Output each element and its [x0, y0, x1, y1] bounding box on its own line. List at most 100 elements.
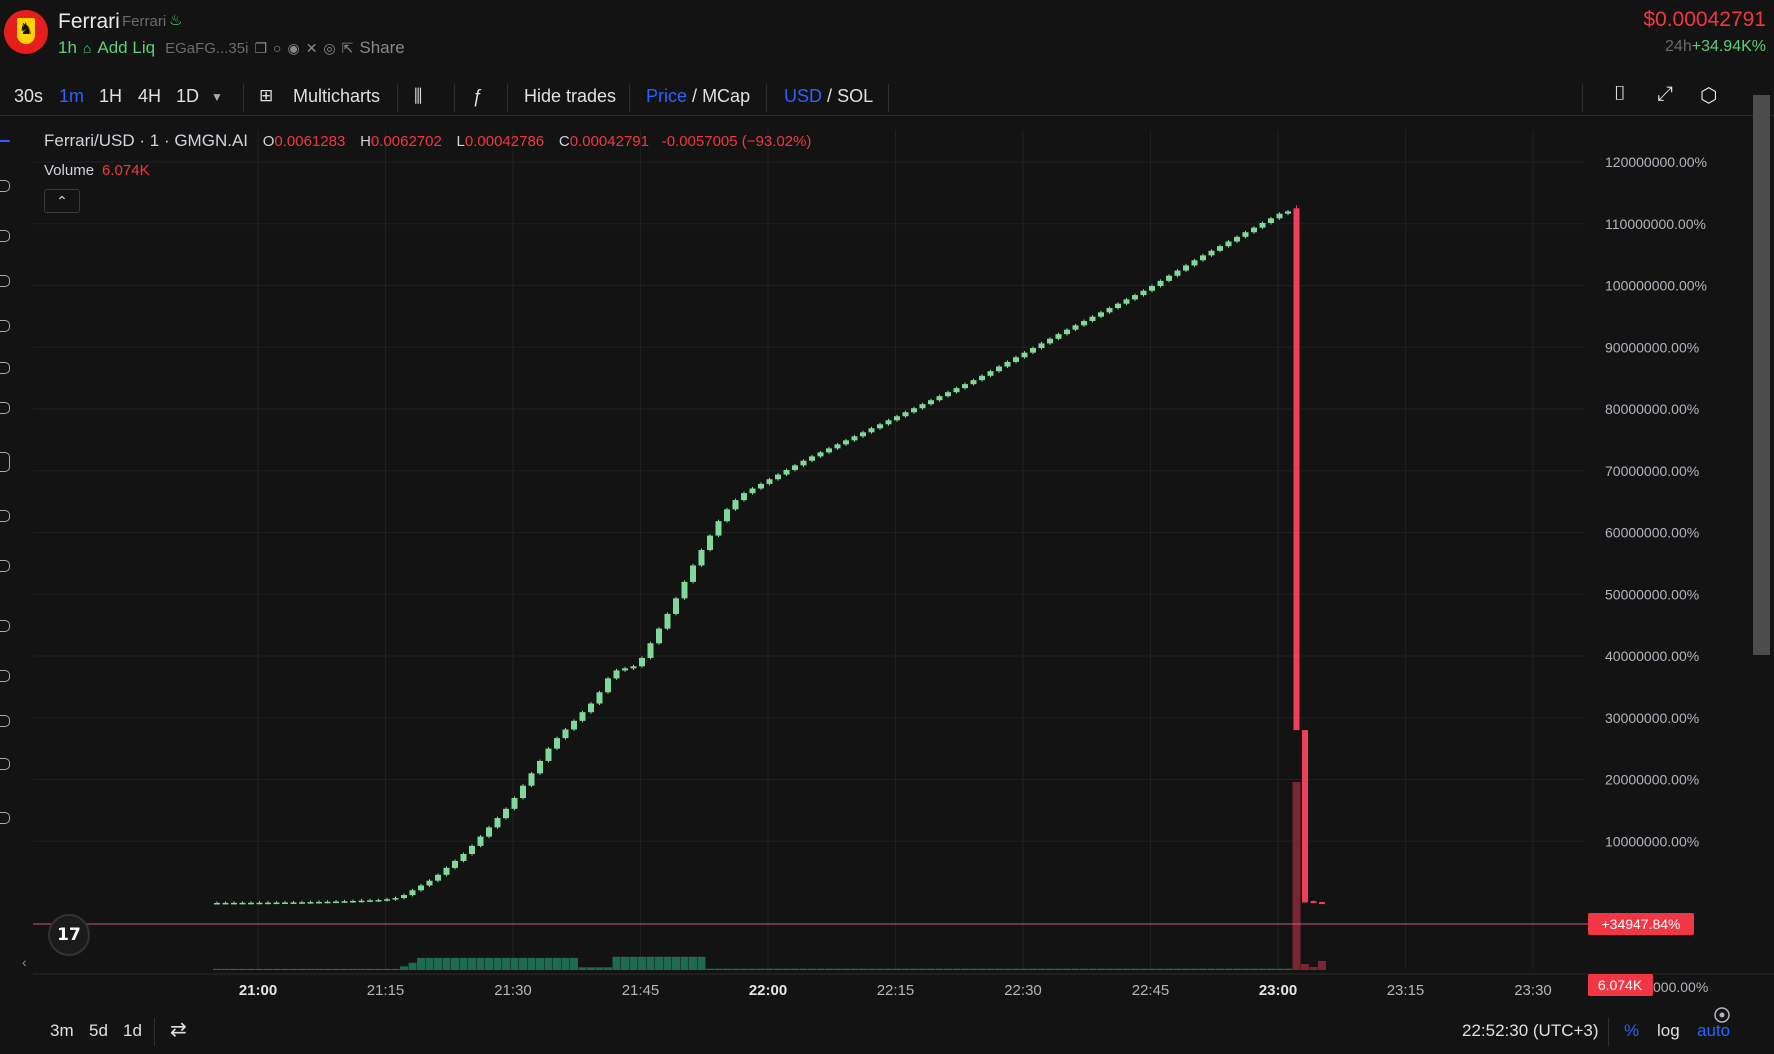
- bottom-bar: 3m 5d 1d ⇄ 22:52:30 (UTC+3) % log auto: [0, 1010, 1774, 1054]
- candle: [1302, 730, 1308, 903]
- candle: [265, 902, 271, 905]
- volume-bar: [502, 957, 510, 970]
- range-5d[interactable]: 5d: [89, 1021, 108, 1041]
- auto-toggle[interactable]: auto: [1697, 1021, 1730, 1041]
- volume-bar: [1131, 968, 1139, 970]
- volume-bar: [340, 968, 349, 970]
- volume-bar: [1080, 968, 1088, 970]
- volume-bar: [782, 968, 791, 970]
- volume-bar: [383, 968, 391, 970]
- scrollbar-thumb[interactable]: [1753, 95, 1770, 655]
- candle: [1038, 343, 1045, 349]
- candle: [622, 668, 628, 671]
- volume-bar: [1216, 968, 1224, 970]
- volume-bar: [859, 968, 867, 970]
- candle: [1234, 236, 1240, 242]
- volume-bar: [1292, 782, 1301, 970]
- volume-bar: [238, 968, 247, 970]
- candle: [928, 400, 934, 405]
- current-price-label: +34947.84%: [1601, 916, 1680, 932]
- percent-toggle[interactable]: %: [1624, 1021, 1639, 1041]
- close-value: 0.00042791: [569, 133, 649, 150]
- candle: [673, 598, 679, 614]
- volume-bar: [281, 968, 289, 970]
- volume-bar: [816, 968, 825, 970]
- candle: [248, 902, 254, 905]
- axes: 120000000.00% 110000000.00% 100000000.00% 9…: [33, 154, 1730, 1023]
- candle: [775, 474, 781, 480]
- range-3m[interactable]: 3m: [50, 1021, 74, 1041]
- volume-bar: [595, 967, 604, 970]
- volume-bar: [731, 968, 740, 970]
- candle: [1174, 270, 1181, 276]
- timezone-clock[interactable]: 22:52:30 (UTC+3): [1462, 1021, 1599, 1041]
- candle: [741, 493, 747, 501]
- candle: [1055, 334, 1062, 339]
- change-value: -0.0057005 (−93.02%): [661, 133, 812, 150]
- volume-bar: [1114, 968, 1122, 970]
- candle: [1123, 299, 1130, 304]
- candle: [1251, 227, 1257, 233]
- volume-bar: [357, 968, 366, 970]
- candle: [239, 902, 246, 905]
- x-tick-label: 23:00: [1259, 982, 1297, 999]
- volume-bar: [867, 968, 876, 970]
- candle: [885, 420, 892, 425]
- y-tick-label: 40000000.00%: [1605, 648, 1699, 664]
- volume-bar: [323, 968, 332, 970]
- candle: [316, 901, 322, 904]
- candle: [919, 404, 926, 409]
- goto-date-icon[interactable]: ⇄: [170, 1017, 187, 1042]
- volume-bar: [1241, 968, 1250, 970]
- collapse-legend-button[interactable]: ⌃: [44, 189, 80, 213]
- candle: [613, 670, 620, 679]
- volume-bar: [927, 968, 935, 970]
- candle: [409, 890, 416, 896]
- volume-bar: [1029, 968, 1037, 970]
- volume-bar: [255, 968, 264, 970]
- volume-bar: [1054, 968, 1063, 970]
- x-tick-label: 23:30: [1514, 982, 1552, 999]
- volume-bar: [1233, 968, 1241, 970]
- volume-bar: [1182, 968, 1190, 970]
- high-value: 0.0062702: [370, 133, 442, 150]
- volume-bar: [612, 956, 621, 970]
- candle: [273, 902, 280, 905]
- candle: [1276, 213, 1283, 219]
- volume-bar: [969, 968, 978, 970]
- candle: [962, 384, 968, 389]
- volume-bar: [646, 956, 655, 970]
- volume-bar: [221, 968, 230, 970]
- candle: [1157, 280, 1164, 287]
- volume-bar: [417, 957, 425, 970]
- volume-bar: [1156, 968, 1165, 970]
- candle: [1268, 218, 1274, 223]
- price-chart[interactable]: 120000000.00% 110000000.00% 100000000.00% 9…: [0, 0, 1774, 1054]
- candle: [1208, 250, 1215, 256]
- open-label: O: [262, 133, 275, 150]
- volume-bar: [663, 956, 672, 970]
- candle: [554, 738, 560, 749]
- volume-bar: [876, 968, 884, 970]
- volume-bar: [434, 957, 442, 970]
- volume-bar: [332, 968, 340, 970]
- volume-bar: [842, 968, 850, 970]
- candle: [894, 416, 900, 421]
- range-1d[interactable]: 1d: [123, 1021, 142, 1041]
- volume-bar: [791, 968, 799, 970]
- candle: [1081, 321, 1087, 326]
- candle: [1089, 316, 1096, 322]
- candle: [426, 880, 433, 886]
- volume-bar: [1207, 968, 1216, 970]
- symbol-title[interactable]: Ferrari/USD · 1 · GMGN.AI: [44, 131, 248, 150]
- y-tick-label: 110000000.00%: [1605, 216, 1706, 232]
- y-tick-label: 30000000.00%: [1605, 710, 1699, 726]
- candle: [698, 549, 705, 566]
- tradingview-logo[interactable]: 17: [48, 914, 90, 956]
- candle: [324, 901, 331, 904]
- volume-bar: [468, 957, 476, 970]
- candle: [1106, 308, 1113, 313]
- scroll-left-icon[interactable]: ‹: [22, 954, 27, 970]
- y-tick-label: 10000000.00%: [1605, 833, 1699, 849]
- log-toggle[interactable]: log: [1657, 1021, 1680, 1041]
